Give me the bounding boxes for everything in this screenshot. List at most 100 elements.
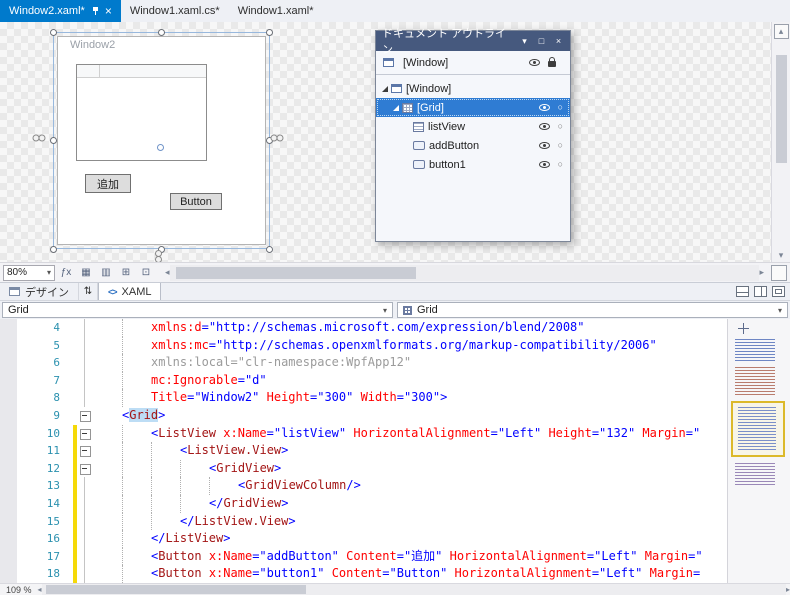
indicator-margin[interactable] bbox=[0, 371, 17, 390]
indicator-margin[interactable] bbox=[0, 547, 17, 566]
scroll-down-icon[interactable]: ▾ bbox=[779, 248, 784, 262]
code-line-12[interactable]: 12 <GridView> bbox=[0, 459, 727, 478]
indicator-margin[interactable] bbox=[0, 424, 17, 443]
close-icon[interactable]: × bbox=[105, 5, 112, 17]
horizontal-split-button[interactable] bbox=[736, 286, 749, 297]
indicator-margin[interactable] bbox=[0, 319, 17, 337]
snaplines-button[interactable]: ⊞ bbox=[117, 264, 135, 281]
outline-item-button1[interactable]: button1 ○ bbox=[376, 155, 570, 174]
code-line-17[interactable]: 17 <Button x:Name="addButton" Content="追加… bbox=[0, 547, 727, 566]
resize-handle[interactable] bbox=[266, 29, 273, 36]
visibility-eye-icon[interactable] bbox=[538, 123, 550, 130]
element-combobox[interactable]: Grid ▾ bbox=[397, 302, 788, 318]
margin-anchor-icon[interactable] bbox=[34, 135, 46, 142]
indicator-margin[interactable] bbox=[0, 336, 17, 355]
design-button1[interactable]: Button bbox=[170, 193, 222, 210]
guides-button[interactable]: ⊡ bbox=[137, 264, 155, 281]
code-line-8[interactable]: 8 Title="Window2" Height="300" Width="300… bbox=[0, 389, 727, 407]
scrollbar-thumb[interactable] bbox=[45, 585, 306, 594]
code-line-4[interactable]: 4 xmlns:d="http://schemas.microsoft.com/e… bbox=[0, 319, 727, 337]
code-line-18[interactable]: 18 <Button x:Name="button1" Content="Butt… bbox=[0, 565, 727, 583]
expander-icon[interactable] bbox=[381, 84, 391, 94]
lock-toggle-icon[interactable]: ○ bbox=[558, 122, 563, 131]
editor-horizontal-scrollbar[interactable]: ◂ ▸ bbox=[38, 584, 790, 595]
xaml-pane-tab[interactable]: <> XAML bbox=[98, 283, 162, 300]
lock-toggle-icon[interactable]: ○ bbox=[558, 141, 563, 150]
outline-item-listview[interactable]: listView ○ bbox=[376, 117, 570, 136]
pan-button[interactable] bbox=[771, 264, 787, 281]
design-listview[interactable] bbox=[76, 64, 207, 161]
scrollbar-thumb[interactable] bbox=[776, 55, 787, 163]
lock-toggle-icon[interactable]: ○ bbox=[558, 160, 563, 169]
document-tab-window2-xaml[interactable]: Window2.xaml* × bbox=[0, 0, 121, 22]
visibility-eye-icon[interactable] bbox=[529, 59, 540, 66]
indicator-margin[interactable] bbox=[0, 512, 17, 531]
collapse-box-icon[interactable] bbox=[77, 442, 93, 460]
maximize-icon[interactable]: □ bbox=[534, 34, 549, 49]
swap-panes-button[interactable]: ⇅ bbox=[78, 283, 98, 300]
code-line-11[interactable]: 11 <ListView.View> bbox=[0, 442, 727, 460]
visibility-eye-icon[interactable] bbox=[538, 104, 550, 111]
outline-item-grid[interactable]: [Grid] ○ bbox=[376, 98, 570, 117]
indicator-margin[interactable] bbox=[0, 442, 17, 460]
resize-handle[interactable] bbox=[158, 29, 165, 36]
code-line-14[interactable]: 14 </GridView> bbox=[0, 494, 727, 513]
code-line-15[interactable]: 15 </ListView.View> bbox=[0, 512, 727, 531]
panel-titlebar[interactable]: ドキュメント アウトライン ▾ □ × bbox=[376, 28, 570, 56]
margin-anchor-icon[interactable] bbox=[272, 135, 284, 142]
scrollbar-track[interactable] bbox=[169, 264, 760, 281]
resize-adorner[interactable] bbox=[157, 144, 164, 151]
vertical-split-button[interactable] bbox=[754, 286, 767, 297]
indicator-margin[interactable] bbox=[0, 389, 17, 407]
collapse-box-icon[interactable] bbox=[77, 460, 93, 478]
outline-item-addbutton[interactable]: addButton ○ bbox=[376, 136, 570, 155]
lock-toggle-icon[interactable]: ○ bbox=[558, 103, 563, 112]
indicator-margin[interactable] bbox=[0, 477, 17, 495]
scroll-right-icon[interactable]: ▸ bbox=[786, 585, 790, 594]
resize-handle[interactable] bbox=[50, 246, 57, 253]
indicator-margin[interactable] bbox=[0, 406, 17, 425]
collapse-box-icon[interactable] bbox=[77, 407, 93, 425]
code-area[interactable]: 4 xmlns:d="http://schemas.microsoft.com/e… bbox=[0, 319, 727, 583]
code-line-13[interactable]: 13 <GridViewColumn/> bbox=[0, 477, 727, 495]
snap-grid-button[interactable]: ▥ bbox=[97, 264, 115, 281]
code-line-5[interactable]: 5 xmlns:mc="http://schemas.openxmlformats… bbox=[0, 336, 727, 355]
document-outline-combobox[interactable]: Grid ▾ bbox=[2, 302, 393, 318]
scroll-right-icon[interactable]: ▸ bbox=[759, 267, 764, 278]
indicator-margin[interactable] bbox=[0, 459, 17, 478]
design-pane-tab[interactable]: デザイン bbox=[0, 283, 78, 300]
splitter-handle-icon[interactable] bbox=[738, 323, 749, 334]
design-window-artboard[interactable]: Window2 追加 Button bbox=[57, 36, 266, 245]
code-line-9[interactable]: 9 <Grid> bbox=[0, 406, 727, 425]
close-icon[interactable]: × bbox=[551, 34, 566, 49]
code-line-16[interactable]: 16 </ListView> bbox=[0, 530, 727, 548]
scrollbar-track[interactable] bbox=[772, 39, 790, 248]
scrollbar-track[interactable] bbox=[41, 584, 786, 595]
show-grid-button[interactable]: ▦ bbox=[77, 264, 95, 281]
document-tab-window1-xaml-cs[interactable]: Window1.xaml.cs* bbox=[121, 0, 229, 22]
resize-handle[interactable] bbox=[50, 29, 57, 36]
minimap-viewport[interactable] bbox=[731, 401, 785, 457]
indicator-margin[interactable] bbox=[0, 354, 17, 372]
expander-icon[interactable] bbox=[392, 103, 402, 113]
visibility-eye-icon[interactable] bbox=[538, 161, 550, 168]
scrollbar-minimap[interactable] bbox=[727, 319, 790, 583]
resize-handle[interactable] bbox=[266, 246, 273, 253]
margin-anchor-icon[interactable] bbox=[155, 250, 162, 262]
design-vertical-scrollbar[interactable]: ▴ ▾ bbox=[771, 22, 790, 262]
indicator-margin[interactable] bbox=[0, 565, 17, 583]
indicator-margin[interactable] bbox=[0, 494, 17, 513]
code-line-7[interactable]: 7 mc:Ignorable="d" bbox=[0, 371, 727, 390]
scroll-up-icon[interactable]: ▴ bbox=[773, 24, 789, 39]
resize-handle[interactable] bbox=[50, 137, 57, 144]
scrollbar-thumb[interactable] bbox=[175, 266, 416, 279]
document-tab-window1-xaml[interactable]: Window1.xaml* bbox=[229, 0, 323, 22]
outline-item-window[interactable]: [Window] bbox=[376, 79, 570, 98]
design-add-button[interactable]: 追加 bbox=[85, 174, 131, 193]
code-line-6[interactable]: 6 xmlns:local="clr-namespace:WpfApp12" bbox=[0, 354, 727, 372]
zoom-combobox[interactable]: 80% ▾ bbox=[3, 264, 55, 281]
code-line-10[interactable]: 10 <ListView x:Name="listView" Horizontal… bbox=[0, 424, 727, 443]
editor-zoom-level[interactable]: 109 % bbox=[0, 585, 38, 595]
design-surface[interactable]: Window2 追加 Button ドキュメント アウトライン ▾ □ × [W… bbox=[0, 22, 771, 262]
expand-pane-button[interactable] bbox=[772, 286, 785, 297]
